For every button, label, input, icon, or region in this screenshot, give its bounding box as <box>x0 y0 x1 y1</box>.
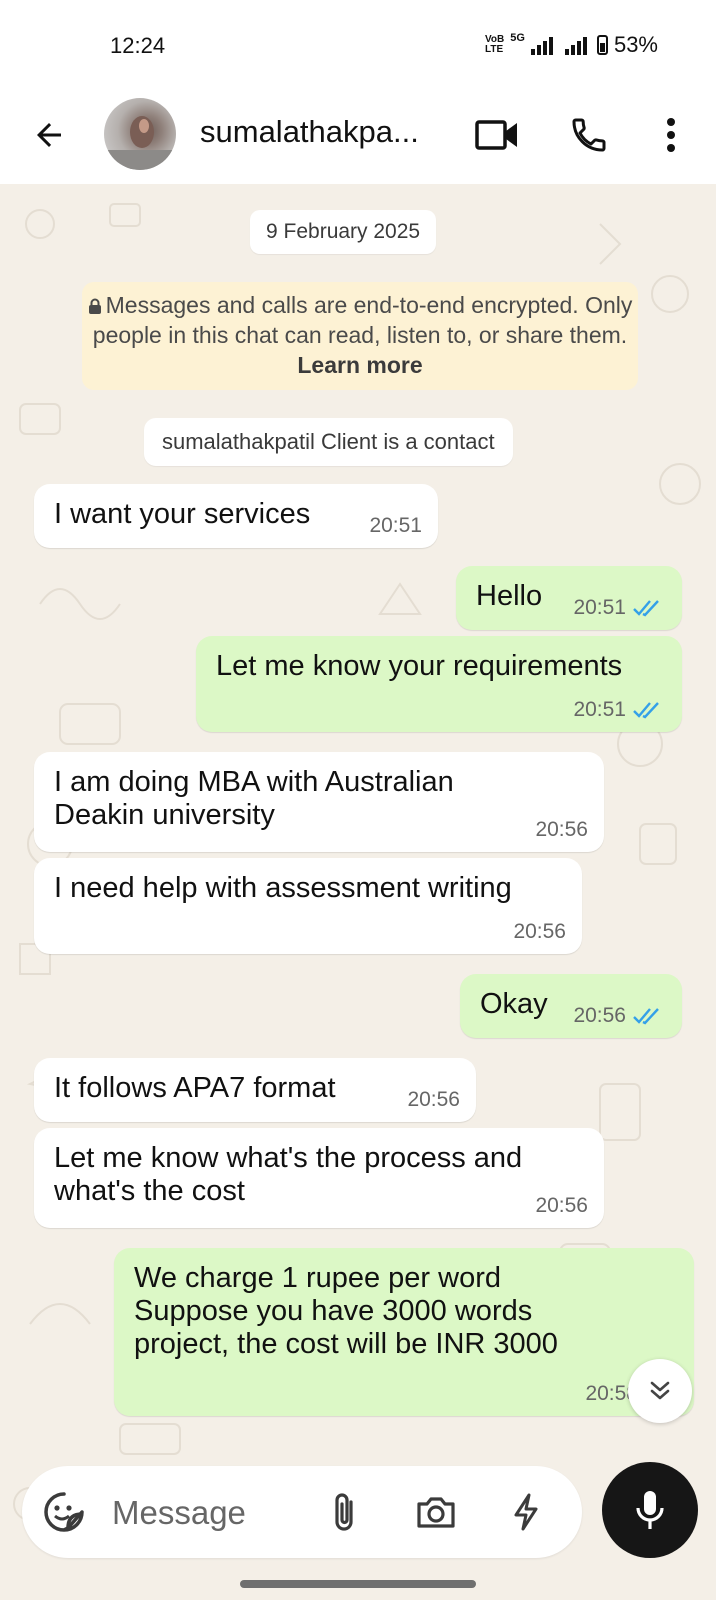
signal-strength-icon-2 <box>564 35 587 55</box>
sticker-icon[interactable] <box>42 1490 86 1534</box>
message-bubble-incoming[interactable]: I am doing MBA with Australian Deakin un… <box>34 752 604 852</box>
double-chevron-down-icon <box>650 1381 670 1400</box>
microphone-icon <box>636 1491 664 1529</box>
message-time: 20:56 <box>535 818 588 841</box>
message-time: 20:51 <box>573 698 626 721</box>
battery-percentage: 53% <box>613 32 658 57</box>
message-text: Okay <box>480 988 548 1020</box>
home-indicator[interactable] <box>240 1580 476 1588</box>
attachment-icon <box>335 1493 353 1531</box>
video-call-button[interactable] <box>470 108 524 162</box>
message-meta: 20:56 <box>573 1004 666 1028</box>
chat-area[interactable]: 9 February 2025 Messages and calls are e… <box>0 184 716 1600</box>
message-meta: 20:56 <box>407 1088 460 1112</box>
message-bubble-outgoing[interactable]: Hello 20:51 <box>456 566 682 630</box>
status-bar: 12:24 VoB LTE 5G 53% <box>0 0 716 90</box>
back-arrow-icon <box>37 123 61 147</box>
quick-reply-button[interactable] <box>502 1488 550 1536</box>
read-receipt-icon <box>633 702 659 719</box>
message-time: 20:56 <box>513 920 566 943</box>
avatar-photo <box>104 116 176 170</box>
message-time: 20:51 <box>369 514 422 537</box>
contact-name[interactable]: sumalathakpa... <box>200 114 419 150</box>
message-meta: 20:51 <box>573 698 666 722</box>
back-button[interactable] <box>26 112 72 158</box>
message-bubble-incoming[interactable]: I want your services 20:51 <box>34 484 438 548</box>
voice-call-button[interactable] <box>562 108 616 162</box>
voice-call-icon <box>572 118 606 152</box>
message-text: I am doing MBA with Australian Deakin un… <box>54 766 454 831</box>
message-time: 20:56 <box>535 1194 588 1217</box>
message-text: It follows APA7 format <box>54 1072 336 1104</box>
message-text: Hello <box>476 580 543 612</box>
scroll-to-bottom-button[interactable] <box>628 1359 692 1423</box>
voice-message-button[interactable] <box>602 1462 698 1558</box>
message-bubble-incoming[interactable]: It follows APA7 format 20:56 <box>34 1058 476 1122</box>
message-time: 20:51 <box>573 596 626 619</box>
status-time: 12:24 <box>110 33 166 58</box>
more-options-button[interactable] <box>644 108 698 162</box>
message-text: Let me know what's the process and what'… <box>54 1142 523 1207</box>
message-bubble-outgoing[interactable]: We charge 1 rupee per word Suppose you h… <box>114 1248 694 1416</box>
read-receipt-icon <box>633 1008 659 1025</box>
battery-icon <box>596 35 608 55</box>
message-bubble-incoming[interactable]: Let me know what's the process and what'… <box>34 1128 604 1228</box>
message-meta: 20:51 <box>369 514 422 538</box>
contact-notice: sumalathakpatil Client is a contact <box>144 418 513 466</box>
message-time: 20:56 <box>573 1004 626 1027</box>
volte-label-bottom: LTE <box>485 44 504 55</box>
date-separator: 9 February 2025 <box>250 210 437 254</box>
message-text: We charge 1 rupee per word Suppose you h… <box>134 1262 558 1360</box>
message-input[interactable] <box>110 1488 314 1538</box>
lock-icon <box>88 298 101 314</box>
message-meta: 20:56 <box>535 1194 588 1218</box>
chat-header: sumalathakpa... <box>0 90 716 184</box>
status-icons: VoB LTE 5G 53% <box>485 32 658 58</box>
message-composer <box>22 1466 582 1558</box>
message-bubble-outgoing[interactable]: Okay 20:56 <box>460 974 682 1038</box>
lightning-icon <box>514 1493 538 1531</box>
message-bubble-outgoing[interactable]: Let me know your requirements 20:51 <box>196 636 682 732</box>
message-text: Let me know your requirements <box>216 650 623 682</box>
message-meta: 20:56 <box>535 818 588 842</box>
network-type: 5G <box>510 32 525 44</box>
contact-avatar[interactable] <box>104 98 176 170</box>
message-meta: 20:51 <box>573 596 666 620</box>
message-text: I want your services <box>54 498 311 530</box>
message-meta: 20:56 <box>513 920 566 944</box>
signal-strength-icon <box>530 35 553 55</box>
camera-button[interactable] <box>412 1488 460 1536</box>
read-receipt-icon <box>633 600 659 617</box>
message-text: I need help with assessment writing <box>54 872 512 904</box>
camera-icon <box>417 1497 455 1528</box>
learn-more-link[interactable]: Learn more <box>297 352 422 378</box>
encryption-notice-text: Messages and calls are end-to-end encryp… <box>92 292 633 348</box>
video-call-icon <box>475 120 517 150</box>
more-options-icon <box>667 118 675 152</box>
message-time: 20:56 <box>407 1088 460 1111</box>
encryption-notice[interactable]: Messages and calls are end-to-end encryp… <box>82 282 638 390</box>
volte-indicator: VoB LTE <box>485 35 504 55</box>
attach-button[interactable] <box>320 1488 368 1536</box>
message-bubble-incoming[interactable]: I need help with assessment writing 20:5… <box>34 858 582 954</box>
